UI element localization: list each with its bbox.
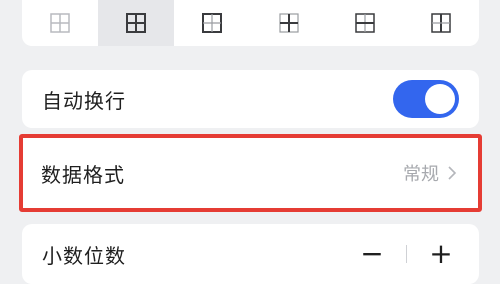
border-option-none[interactable] (22, 0, 98, 46)
border-horizontal-icon (355, 13, 375, 33)
wrap-text-label: 自动换行 (42, 88, 126, 113)
decrease-button[interactable]: − (354, 240, 390, 268)
border-inside-icon (278, 13, 299, 33)
number-format-label: 数据格式 (41, 162, 125, 187)
number-format-row[interactable]: 数据格式 常规 (19, 134, 482, 212)
border-option-inside[interactable] (251, 0, 327, 46)
increase-button[interactable]: + (423, 240, 459, 268)
border-all-icon (126, 13, 147, 33)
number-format-value: 常规 (403, 164, 439, 185)
decimal-places-stepper: − + (354, 240, 459, 268)
border-style-bar (22, 0, 479, 46)
border-option-all[interactable] (98, 0, 175, 46)
stepper-divider (406, 245, 407, 263)
toggle-knob (425, 84, 455, 114)
border-option-outside[interactable] (174, 0, 250, 46)
border-vertical-icon (431, 13, 451, 33)
border-option-horizontal[interactable] (327, 0, 403, 46)
decimal-places-row: 小数位数 − + (22, 224, 479, 284)
wrap-text-row: 自动换行 (22, 70, 479, 128)
chevron-right-icon (448, 166, 457, 180)
wrap-text-toggle[interactable] (393, 80, 459, 118)
decimal-places-label: 小数位数 (42, 243, 126, 268)
border-grid-light-icon (50, 13, 70, 33)
border-outside-icon (202, 13, 223, 33)
border-option-vertical[interactable] (403, 0, 479, 46)
